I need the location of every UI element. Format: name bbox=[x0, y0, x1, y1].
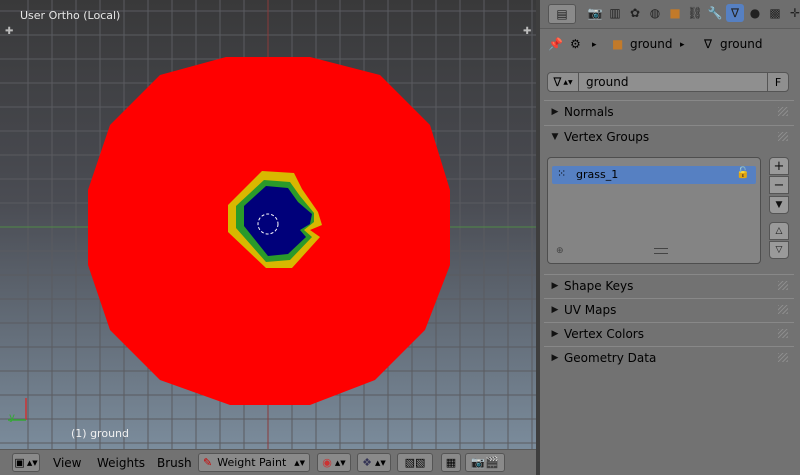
mode-label: Weight Paint bbox=[217, 456, 287, 469]
list-filter-icon[interactable]: ⊕ bbox=[556, 246, 564, 256]
vertex-group-list[interactable]: ⁙ grass_1 🔓 ⊕ bbox=[547, 157, 761, 264]
scene-icon[interactable]: ✿ bbox=[626, 4, 644, 22]
vertex-group-specials-button[interactable]: ▼ bbox=[769, 196, 789, 214]
add-vertex-group-button[interactable]: + bbox=[769, 157, 789, 175]
context-tabs: ▤ 📷 ▥ ✿ ◍ ■ ⛓ 🔧 ∇ ● ▩ ✛ bbox=[540, 0, 800, 29]
constraints-icon[interactable]: ⛓ bbox=[686, 4, 704, 22]
vertex-group-icon: ⁙ bbox=[557, 167, 567, 180]
panel-shape-keys-label: Shape Keys bbox=[564, 278, 634, 293]
panel-uv-maps-label: UV Maps bbox=[564, 302, 617, 317]
render-icon[interactable]: 📷 bbox=[586, 4, 604, 22]
texture-icon[interactable]: ▩ bbox=[766, 4, 784, 22]
properties-editor: ▤ 📷 ▥ ✿ ◍ ■ ⛓ 🔧 ∇ ● ▩ ✛ 📌 ⚙ ▸ ■ ground ▸… bbox=[540, 0, 800, 475]
drag-grip-icon[interactable] bbox=[778, 329, 788, 338]
list-item[interactable]: ⁙ grass_1 🔓 bbox=[552, 166, 756, 184]
menu-weights[interactable]: Weights bbox=[97, 456, 145, 470]
panel-geometry-data-label: Geometry Data bbox=[564, 350, 657, 365]
chevron-right-icon: ▸ bbox=[592, 40, 597, 50]
panel-vertex-groups-label: Vertex Groups bbox=[564, 129, 650, 144]
fake-user-button[interactable]: F bbox=[767, 73, 788, 91]
chevron-down-icon: ▽ bbox=[775, 245, 783, 255]
shading-toggle[interactable]: ▧▧ bbox=[397, 453, 433, 472]
chevron-right-icon: ▸ bbox=[680, 40, 685, 50]
move-up-button[interactable]: △ bbox=[769, 222, 789, 240]
object-icon[interactable]: ■ bbox=[666, 4, 684, 22]
minus-icon: − bbox=[773, 177, 785, 193]
expand-icon: ▶ bbox=[551, 304, 559, 315]
collapse-icon: ▼ bbox=[551, 131, 559, 142]
vertex-group-name: grass_1 bbox=[576, 168, 619, 181]
3d-viewport[interactable]: User Ortho (Local) (1) ground ✚ ✚ y bbox=[0, 0, 536, 449]
list-resize-grip[interactable] bbox=[654, 248, 668, 254]
drag-grip-icon[interactable] bbox=[778, 107, 788, 116]
plus-icon: + bbox=[773, 158, 785, 174]
move-down-button[interactable]: ▽ bbox=[769, 241, 789, 259]
lock-icon[interactable]: 🔓 bbox=[736, 166, 750, 179]
material-icon[interactable]: ● bbox=[746, 4, 764, 22]
mesh-name-input[interactable]: ground bbox=[586, 75, 628, 89]
expand-icon: ▶ bbox=[551, 352, 559, 363]
modifier-icon[interactable]: 🔧 bbox=[706, 4, 724, 22]
expand-icon: ▶ bbox=[551, 328, 559, 339]
viewport-header: ▣ ▲▼ View Weights Brush ✎ Weight Paint ▲▼… bbox=[0, 449, 536, 475]
drag-grip-icon[interactable] bbox=[778, 281, 788, 290]
weight-paint-icon: ✎ bbox=[203, 456, 213, 469]
pivot-select[interactable]: ◉ ▲▼ bbox=[317, 453, 351, 472]
mesh-browse-button[interactable]: ∇ ▲▼ bbox=[548, 73, 579, 91]
corner-handle-icon[interactable]: ✚ bbox=[5, 27, 13, 37]
panel-vertex-groups[interactable]: ▼ Vertex Groups bbox=[544, 125, 794, 147]
panel-geometry-data[interactable]: ▶ Geometry Data bbox=[544, 346, 794, 368]
mode-select[interactable]: ✎ Weight Paint ▲▼ bbox=[198, 453, 310, 472]
breadcrumb-object: ground bbox=[630, 37, 673, 51]
panel-normals[interactable]: ▶ Normals bbox=[544, 100, 794, 122]
editor-type-button[interactable]: ▣ ▲▼ bbox=[12, 453, 40, 472]
mask-icon: ▧▧ bbox=[404, 456, 426, 469]
drag-grip-icon[interactable] bbox=[778, 353, 788, 362]
mesh-data-icon: ∇ bbox=[553, 75, 562, 89]
drag-grip-icon[interactable] bbox=[778, 305, 788, 314]
layers-icon[interactable]: ▥ bbox=[606, 4, 624, 22]
panel-uv-maps[interactable]: ▶ UV Maps bbox=[544, 298, 794, 320]
scene-icon: ⚙ bbox=[570, 37, 581, 51]
panel-vertex-colors-label: Vertex Colors bbox=[564, 326, 644, 341]
panel-normals-label: Normals bbox=[564, 104, 614, 119]
object-icon: ■ bbox=[612, 37, 624, 51]
panel-shape-keys[interactable]: ▶ Shape Keys bbox=[544, 274, 794, 296]
layer-icon: ▦ bbox=[445, 456, 457, 469]
expand-icon: ▶ bbox=[551, 280, 559, 291]
menu-brush[interactable]: Brush bbox=[157, 456, 192, 470]
panel-vertex-colors[interactable]: ▶ Vertex Colors bbox=[544, 322, 794, 344]
transform-select[interactable]: ❖ ▲▼ bbox=[357, 453, 391, 472]
drag-grip-icon[interactable] bbox=[778, 132, 788, 141]
chevron-down-icon: ▼ bbox=[775, 200, 783, 210]
mesh-data-icon[interactable]: ∇ bbox=[726, 4, 744, 22]
manipulator-icon: ❖ bbox=[362, 456, 373, 469]
pivot-icon: ◉ bbox=[322, 456, 332, 469]
world-icon[interactable]: ◍ bbox=[646, 4, 664, 22]
active-object-label: (1) ground bbox=[71, 427, 129, 440]
layer-button[interactable]: ▦ bbox=[441, 453, 461, 472]
render-buttons[interactable]: 📷🎬 bbox=[465, 453, 505, 472]
remove-vertex-group-button[interactable]: − bbox=[769, 176, 789, 194]
mesh-data-icon: ∇ bbox=[704, 37, 713, 51]
viewport-title: User Ortho (Local) bbox=[20, 9, 121, 22]
camera-icon: 📷🎬 bbox=[471, 456, 499, 469]
editor-type-icon[interactable]: ▤ bbox=[548, 4, 576, 24]
viewport-canvas bbox=[0, 0, 536, 449]
chevron-up-icon: △ bbox=[775, 226, 783, 236]
physics-icon[interactable]: ✛ bbox=[786, 4, 800, 22]
pin-icon[interactable]: 📌 bbox=[548, 37, 563, 51]
axis-label: y bbox=[9, 412, 15, 423]
breadcrumb-mesh: ground bbox=[720, 37, 763, 51]
expand-icon: ▶ bbox=[551, 106, 559, 117]
mesh-datablock-field[interactable]: ∇ ▲▼ ground F bbox=[547, 72, 789, 92]
editor-type-icon: ▣ bbox=[14, 456, 25, 469]
corner-handle-icon[interactable]: ✚ bbox=[523, 27, 531, 37]
menu-view[interactable]: View bbox=[53, 456, 81, 470]
